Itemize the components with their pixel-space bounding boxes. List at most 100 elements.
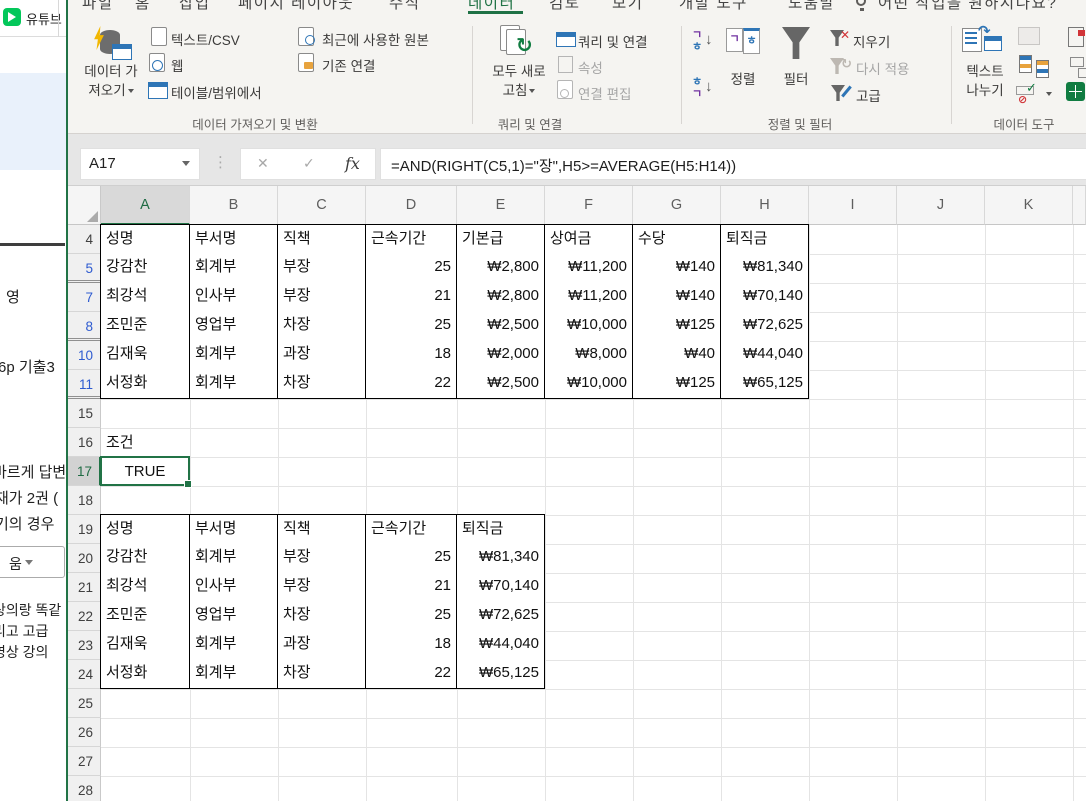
column-header-E[interactable]: E: [457, 186, 545, 225]
tab-page-layout[interactable]: 페이지 레이아웃: [238, 0, 354, 13]
tell-me-search[interactable]: 어떤 작업을 원하시나요?: [878, 0, 1057, 13]
cell-C8[interactable]: 차장: [277, 311, 366, 341]
existing-connections-button[interactable]: 기존 연결: [322, 55, 375, 75]
cell-C11[interactable]: 차장: [277, 369, 366, 399]
chevron-down-icon[interactable]: [1046, 92, 1052, 96]
text-to-columns-button[interactable]: 텍스트 나누기: [954, 62, 1016, 100]
remove-duplicates-icon[interactable]: [1019, 55, 1032, 73]
row-header-26[interactable]: 26: [68, 718, 101, 747]
column-header-H[interactable]: H: [721, 186, 809, 225]
row-header-21[interactable]: 21: [68, 573, 101, 602]
cell-H4[interactable]: 퇴직금: [720, 224, 809, 254]
cell-H7[interactable]: ₩70,140: [720, 282, 809, 312]
cell-E7[interactable]: ₩2,800: [456, 282, 545, 312]
cell-B4[interactable]: 부서명: [189, 224, 278, 254]
row-header-16[interactable]: 16: [68, 428, 101, 457]
cell-A10[interactable]: 김재욱: [100, 340, 190, 370]
cell-B8[interactable]: 영업부: [189, 311, 278, 341]
name-box-dropdown-icon[interactable]: [182, 161, 190, 166]
cell-D11[interactable]: 22: [365, 369, 457, 399]
tab-formulas[interactable]: 수식: [389, 0, 421, 13]
cell-B19[interactable]: 부서명: [189, 514, 278, 544]
cell-B21[interactable]: 인사부: [189, 572, 278, 602]
cell-B23[interactable]: 회계부: [189, 630, 278, 660]
fill-handle[interactable]: [184, 480, 192, 488]
cell-D22[interactable]: 25: [365, 601, 457, 631]
cell-C21[interactable]: 부장: [277, 572, 366, 602]
cell-E22[interactable]: ₩72,625: [456, 601, 545, 631]
queries-connections-button[interactable]: 쿼리 및 연결: [578, 31, 648, 51]
cell-H11[interactable]: ₩65,125: [720, 369, 809, 399]
cell-H8[interactable]: ₩72,625: [720, 311, 809, 341]
cell-C5[interactable]: 부장: [277, 253, 366, 283]
cell-C4[interactable]: 직책: [277, 224, 366, 254]
cell-B11[interactable]: 회계부: [189, 369, 278, 399]
cell-A8[interactable]: 조민준: [100, 311, 190, 341]
background-dropdown[interactable]: 움: [0, 546, 65, 578]
column-header-D[interactable]: D: [366, 186, 457, 225]
column-header-J[interactable]: J: [897, 186, 985, 225]
enter-icon[interactable]: ✓: [303, 155, 315, 172]
cell-B24[interactable]: 회계부: [189, 659, 278, 689]
cell-H5[interactable]: ₩81,340: [720, 253, 809, 283]
cell-D21[interactable]: 21: [365, 572, 457, 602]
cell-G11[interactable]: ₩125: [632, 369, 721, 399]
get-data-button[interactable]: 데이터 가 져오기: [74, 62, 148, 100]
cell-E4[interactable]: 기본급: [456, 224, 545, 254]
select-all-corner[interactable]: [68, 186, 101, 225]
row-header-5[interactable]: 5: [68, 254, 101, 283]
cell-C20[interactable]: 부장: [277, 543, 366, 573]
column-header-A[interactable]: A: [101, 186, 190, 225]
row-header-10[interactable]: 10: [68, 341, 101, 370]
row-header-24[interactable]: 24: [68, 660, 101, 689]
row-header-19[interactable]: 19: [68, 515, 101, 544]
clear-button[interactable]: 지우기: [853, 31, 890, 51]
cell-F11[interactable]: ₩10,000: [544, 369, 633, 399]
tab-developer[interactable]: 개발 도구: [679, 0, 748, 13]
cell-B20[interactable]: 회계부: [189, 543, 278, 573]
cell-B22[interactable]: 영업부: [189, 601, 278, 631]
cell-A20[interactable]: 강감찬: [100, 543, 190, 573]
advanced-button[interactable]: 고급: [856, 85, 881, 105]
cell-E21[interactable]: ₩70,140: [456, 572, 545, 602]
cancel-icon[interactable]: ✕: [257, 155, 269, 172]
filter-button[interactable]: 필터: [779, 70, 813, 89]
cell-D23[interactable]: 18: [365, 630, 457, 660]
row-header-23[interactable]: 23: [68, 631, 101, 660]
column-header-K[interactable]: K: [985, 186, 1073, 225]
cell-D7[interactable]: 21: [365, 282, 457, 312]
row-header-17[interactable]: 17: [68, 457, 101, 486]
cell-A11[interactable]: 서정화: [100, 369, 190, 399]
row-header-20[interactable]: 20: [68, 544, 101, 573]
cell-H10[interactable]: ₩44,040: [720, 340, 809, 370]
cell-B5[interactable]: 회계부: [189, 253, 278, 283]
sort-button[interactable]: 정렬: [726, 70, 760, 89]
cell-C19[interactable]: 직책: [277, 514, 366, 544]
row-header-22[interactable]: 22: [68, 602, 101, 631]
tab-review[interactable]: 검토: [549, 0, 581, 13]
cell-D8[interactable]: 25: [365, 311, 457, 341]
cell-D10[interactable]: 18: [365, 340, 457, 370]
cell-E10[interactable]: ₩2,000: [456, 340, 545, 370]
cell-D4[interactable]: 근속기간: [365, 224, 457, 254]
row-header-8[interactable]: 8: [68, 312, 101, 341]
cell-G5[interactable]: ₩140: [632, 253, 721, 283]
cell-F8[interactable]: ₩10,000: [544, 311, 633, 341]
reapply-button[interactable]: 다시 적용: [856, 58, 909, 78]
tab-file[interactable]: 파일: [82, 0, 114, 13]
row-header-15[interactable]: 15: [68, 399, 101, 428]
row-header-28[interactable]: 28: [68, 776, 101, 801]
column-header-B[interactable]: B: [190, 186, 278, 225]
cell-G7[interactable]: ₩140: [632, 282, 721, 312]
cell-D19[interactable]: 근속기간: [365, 514, 457, 544]
cell-B7[interactable]: 인사부: [189, 282, 278, 312]
tab-help[interactable]: 도움말: [788, 0, 835, 13]
row-header-25[interactable]: 25: [68, 689, 101, 718]
sort-ascending-icon[interactable]: ㄱ ㅎ ↓: [692, 30, 722, 60]
cell-A19[interactable]: 성명: [100, 514, 190, 544]
cell-F10[interactable]: ₩8,000: [544, 340, 633, 370]
cell-G8[interactable]: ₩125: [632, 311, 721, 341]
cell-A21[interactable]: 최강석: [100, 572, 190, 602]
cell-E24[interactable]: ₩65,125: [456, 659, 545, 689]
cell-A22[interactable]: 조민준: [100, 601, 190, 631]
